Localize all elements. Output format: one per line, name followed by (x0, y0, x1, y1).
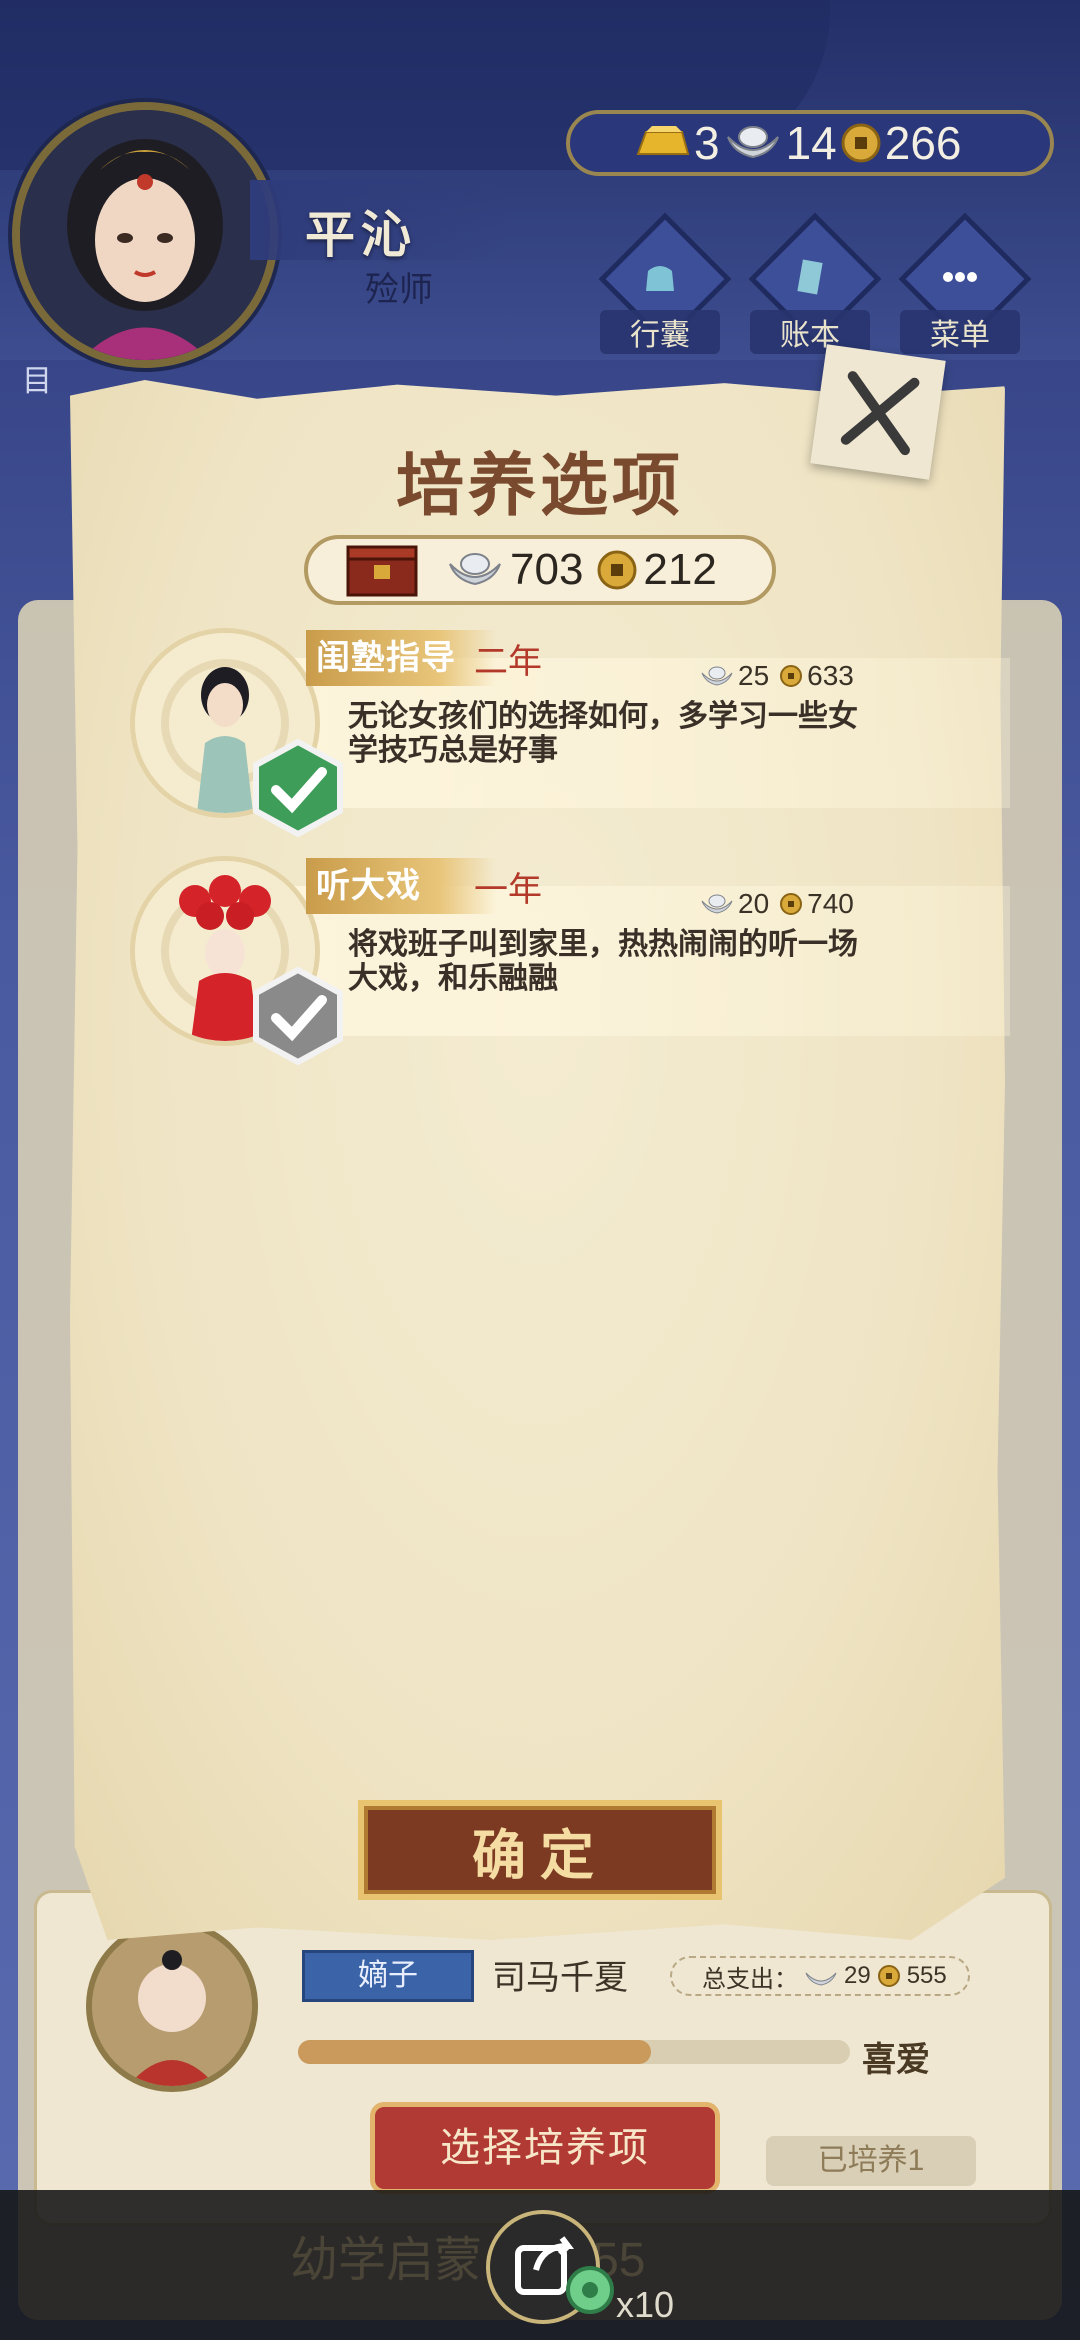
option-checkbox-unselected[interactable] (248, 966, 348, 1066)
silver-ingot-icon (726, 126, 779, 159)
coin-icon (597, 550, 637, 590)
more-icon (943, 272, 977, 282)
affection-label: 喜爱 (862, 2041, 930, 2079)
bag-label: 行囊 (600, 310, 720, 354)
bag-button[interactable]: 行囊 (598, 212, 732, 354)
silver-ingot-icon (805, 1972, 837, 1986)
coin-icon (780, 665, 803, 687)
modal-title: 培养选项 (395, 448, 684, 524)
check-icon (253, 738, 343, 838)
chest-icon (346, 545, 418, 597)
bottom-ghost-label: 幼学启蒙 (290, 2234, 483, 2287)
menu-label: 菜单 (900, 310, 1020, 354)
coin-icon (841, 123, 881, 163)
total-spend-label: 总支出： (702, 1965, 798, 1993)
player-avatar[interactable] (12, 102, 278, 368)
ledger-button[interactable]: 账本 (748, 212, 882, 354)
silver-ingot-icon (701, 894, 733, 914)
trained-count-badge: 已培养1 (766, 2136, 976, 2186)
silver-ingot-icon (449, 553, 501, 586)
bag-icon (646, 266, 674, 291)
option-cost-coins: 740 (807, 888, 854, 919)
player-portrait-icon (20, 110, 270, 360)
resource-coins: 212 (643, 545, 717, 594)
child-avatar[interactable] (86, 1920, 258, 2092)
reward-multiplier: x10 (616, 2284, 675, 2325)
child-name: 司马千夏 (492, 1959, 628, 1997)
gold-bar-icon (636, 126, 690, 155)
resource-pill: 703 212 (304, 535, 776, 605)
option-description: 无论女孩们的选择如何，多学习一些女学技巧总是好事 (348, 700, 858, 767)
option-cost-silver: 25 (738, 660, 770, 691)
option-duration: 一年 (474, 871, 542, 909)
option-cost-silver: 20 (738, 888, 770, 919)
coin-icon (780, 893, 803, 915)
silver-currency: 14 (724, 116, 837, 170)
check-icon (253, 966, 343, 1066)
affection-bar-fill (298, 2040, 652, 2064)
option-checkbox-selected[interactable] (248, 738, 348, 838)
coin-count: 266 (884, 117, 962, 169)
player-title: 殓师 (365, 271, 433, 309)
ledger-icon (797, 259, 823, 295)
choose-training-button[interactable]: 选择培养项 (370, 2102, 720, 2194)
option-cost-coins: 633 (807, 660, 854, 691)
training-options-modal (70, 380, 1005, 1940)
silver-ingot-icon (701, 666, 733, 686)
menu-button[interactable]: 菜单 (898, 212, 1032, 354)
total-silver: 29 (844, 1962, 871, 1989)
option-cost: 20 740 (700, 888, 854, 920)
resource-silver: 703 (510, 545, 584, 594)
gold-bar-count: 3 (694, 117, 720, 169)
option-cost: 25 633 (700, 660, 854, 692)
child-portrait-icon (92, 1926, 252, 2086)
total-spend: 总支出： 29 555 (670, 1956, 970, 1996)
role-tag: 嫡子 (302, 1950, 474, 2002)
coin-icon (877, 1965, 900, 1987)
player-name: 平沁 (305, 207, 417, 263)
silver-count: 14 (785, 117, 837, 169)
total-coins: 555 (906, 1962, 947, 1989)
training-option[interactable]: 闺塾指导 二年 25 633 无论女孩们的选择如何，多学习一些女学技巧总是好事 (130, 628, 1010, 838)
option-description: 将戏班子叫到家里，热热闹闹的听一场大戏，和乐融融 (348, 928, 858, 995)
gold-bar-currency: 3 (630, 116, 720, 170)
option-name: 听大戏 (306, 858, 496, 914)
option-duration: 二年 (474, 643, 542, 681)
currency-bar: 3 14 266 (566, 110, 1054, 176)
coin-currency: 266 (841, 116, 962, 170)
jade-icon (566, 2266, 614, 2314)
training-option[interactable]: 听大戏 一年 20 740 将戏班子叫到家里，热热闹闹的听一场大戏，和乐融融 (130, 856, 1010, 1066)
option-name: 闺塾指导 (306, 630, 496, 686)
confirm-button[interactable]: 确定 (358, 1800, 722, 1900)
